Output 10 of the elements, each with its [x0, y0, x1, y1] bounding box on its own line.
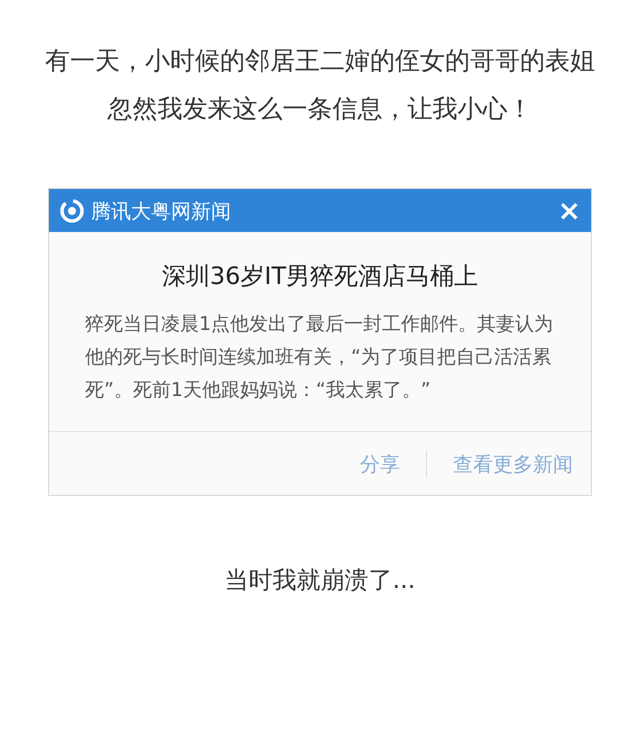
intro-text: 有一天，小时候的邻居王二婶的侄女的哥哥的表姐 — [45, 45, 595, 77]
popup-source: 腾讯大粤网新闻 — [91, 198, 231, 224]
logo-icon — [59, 198, 85, 224]
intro-text: 忽然我发来这么一条信息，让我小心！ — [108, 93, 532, 125]
news-body: 猝死当日凌晨1点他发出了最后一封工作邮件。其妻认为他的死与长时间连续加班有关，“为了项目把自己活活累死”。死前1天他跟妈妈说：“我太累了。” — [84, 312, 554, 403]
popup-link[interactable]: 查看更多新闻 — [453, 448, 573, 478]
news-headline: 深圳36岁IT男猝死酒店马桶上 — [160, 261, 480, 292]
close-button[interactable]: × — [558, 196, 581, 224]
popup-link[interactable]: 分享 — [360, 448, 400, 478]
outro-text: 当时我就崩溃了... — [224, 565, 416, 596]
